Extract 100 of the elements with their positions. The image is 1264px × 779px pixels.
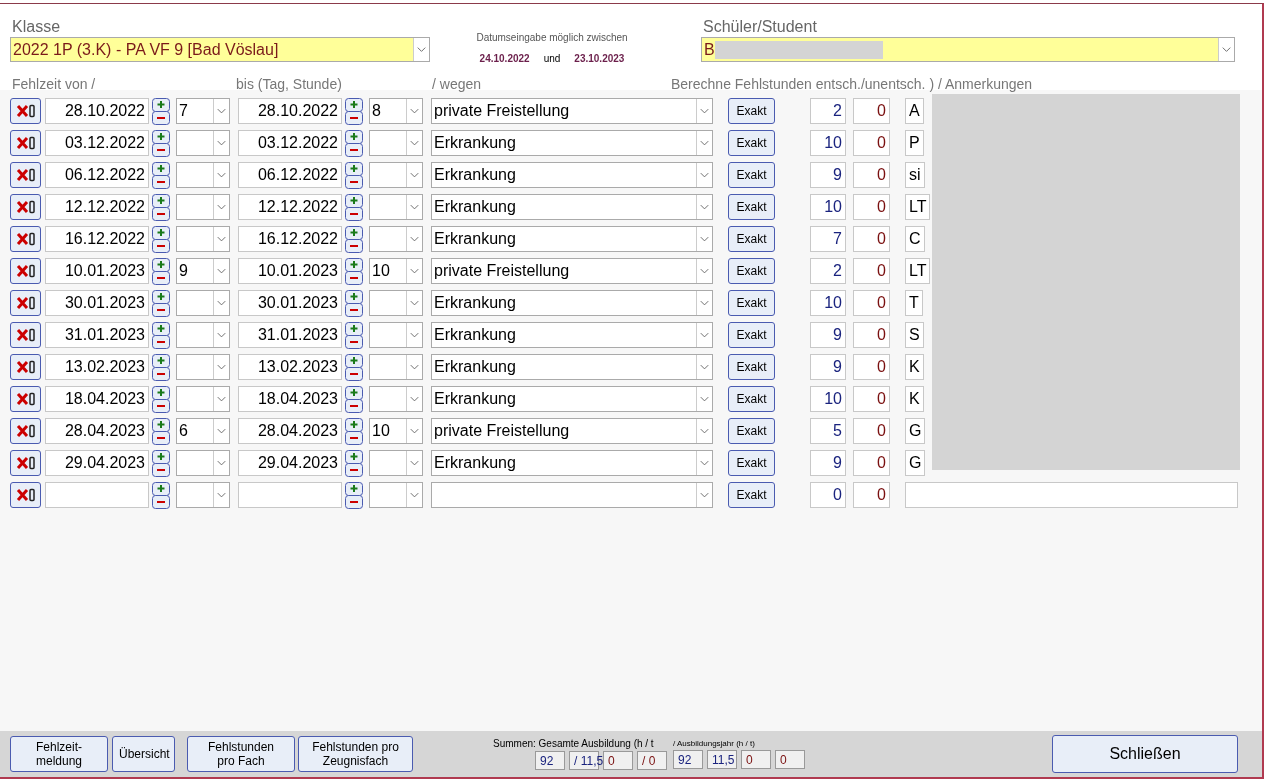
delete-button[interactable] — [10, 418, 41, 444]
plus-minus-icon[interactable] — [345, 385, 363, 413]
reason-dropdown[interactable]: Erkrankung — [431, 162, 713, 188]
hour-dropdown[interactable] — [369, 450, 423, 476]
close-button[interactable]: Schließen — [1052, 735, 1238, 773]
plus-minus-icon[interactable] — [152, 321, 170, 349]
delete-button[interactable] — [10, 98, 41, 124]
remarks-field[interactable]: P — [905, 130, 924, 156]
exakt-button[interactable]: Exakt — [728, 450, 775, 476]
plus-minus-icon[interactable] — [152, 353, 170, 381]
hour-dropdown[interactable] — [369, 226, 423, 252]
reason-dropdown[interactable]: Erkrankung — [431, 322, 713, 348]
plus-minus-icon[interactable] — [152, 225, 170, 253]
reason-dropdown[interactable]: Erkrankung — [431, 130, 713, 156]
plus-minus-icon[interactable] — [345, 321, 363, 349]
plus-minus-icon[interactable] — [345, 353, 363, 381]
plus-minus-icon[interactable] — [345, 129, 363, 157]
plus-minus-icon[interactable] — [345, 97, 363, 125]
date-from-field[interactable]: 28.10.2022 — [45, 98, 149, 124]
hour-dropdown[interactable] — [176, 354, 230, 380]
hour-dropdown[interactable] — [176, 130, 230, 156]
hour-dropdown[interactable] — [369, 162, 423, 188]
remarks-field[interactable]: C — [905, 226, 925, 252]
footer-button[interactable]: Fehlstunden pro Zeugnisfach — [298, 736, 413, 772]
plus-minus-icon[interactable] — [345, 225, 363, 253]
hour-dropdown[interactable] — [176, 290, 230, 316]
date-from-field[interactable]: 10.01.2023 — [45, 258, 149, 284]
remarks-field[interactable] — [905, 482, 1238, 508]
reason-dropdown[interactable]: Erkrankung — [431, 226, 713, 252]
date-to-field[interactable]: 06.12.2022 — [238, 162, 342, 188]
delete-button[interactable] — [10, 386, 41, 412]
date-from-field[interactable]: 06.12.2022 — [45, 162, 149, 188]
exakt-button[interactable]: Exakt — [728, 162, 775, 188]
plus-minus-icon[interactable] — [152, 257, 170, 285]
exakt-button[interactable]: Exakt — [728, 194, 775, 220]
date-from-field[interactable]: 18.04.2023 — [45, 386, 149, 412]
footer-button[interactable]: Fehlstunden pro Fach — [187, 736, 295, 772]
date-from-field[interactable]: 16.12.2022 — [45, 226, 149, 252]
plus-minus-icon[interactable] — [152, 97, 170, 125]
reason-dropdown[interactable]: Erkrankung — [431, 450, 713, 476]
plus-minus-icon[interactable] — [345, 193, 363, 221]
delete-button[interactable] — [10, 130, 41, 156]
date-to-field[interactable] — [238, 482, 342, 508]
delete-button[interactable] — [10, 226, 41, 252]
plus-minus-icon[interactable] — [152, 289, 170, 317]
hour-dropdown[interactable] — [369, 130, 423, 156]
hour-dropdown[interactable]: 10 — [369, 258, 423, 284]
hour-dropdown[interactable] — [176, 482, 230, 508]
remarks-field[interactable]: LT — [905, 194, 931, 220]
hour-dropdown[interactable]: 7 — [176, 98, 230, 124]
remarks-field[interactable]: si — [905, 162, 925, 188]
date-to-field[interactable]: 31.01.2023 — [238, 322, 342, 348]
exakt-button[interactable]: Exakt — [728, 258, 775, 284]
exakt-button[interactable]: Exakt — [728, 98, 775, 124]
remarks-field[interactable]: A — [905, 98, 924, 124]
date-to-field[interactable]: 29.04.2023 — [238, 450, 342, 476]
date-from-field[interactable]: 03.12.2022 — [45, 130, 149, 156]
exakt-button[interactable]: Exakt — [728, 354, 775, 380]
delete-button[interactable] — [10, 194, 41, 220]
hour-dropdown[interactable] — [369, 386, 423, 412]
remarks-field[interactable]: K — [905, 354, 924, 380]
delete-button[interactable] — [10, 258, 41, 284]
remarks-field[interactable]: K — [905, 386, 924, 412]
remarks-field[interactable]: G — [905, 450, 926, 476]
plus-minus-icon[interactable] — [345, 161, 363, 189]
plus-minus-icon[interactable] — [152, 129, 170, 157]
footer-button[interactable]: Fehlzeit- meldung — [10, 736, 108, 772]
exakt-button[interactable]: Exakt — [728, 130, 775, 156]
reason-dropdown[interactable] — [431, 482, 713, 508]
hour-dropdown[interactable] — [176, 162, 230, 188]
reason-dropdown[interactable]: Erkrankung — [431, 194, 713, 220]
delete-button[interactable] — [10, 450, 41, 476]
reason-dropdown[interactable]: private Freistellung — [431, 258, 713, 284]
hour-dropdown[interactable] — [369, 482, 423, 508]
remarks-field[interactable]: T — [905, 290, 923, 316]
date-to-field[interactable]: 16.12.2022 — [238, 226, 342, 252]
hour-dropdown[interactable] — [176, 226, 230, 252]
reason-dropdown[interactable]: Erkrankung — [431, 354, 713, 380]
exakt-button[interactable]: Exakt — [728, 290, 775, 316]
hour-dropdown[interactable] — [176, 386, 230, 412]
plus-minus-icon[interactable] — [152, 481, 170, 509]
plus-minus-icon[interactable] — [152, 161, 170, 189]
hour-dropdown[interactable] — [369, 322, 423, 348]
hour-dropdown[interactable]: 9 — [176, 258, 230, 284]
date-to-field[interactable]: 03.12.2022 — [238, 130, 342, 156]
date-to-field[interactable]: 28.04.2023 — [238, 418, 342, 444]
delete-button[interactable] — [10, 322, 41, 348]
date-from-field[interactable]: 29.04.2023 — [45, 450, 149, 476]
plus-minus-icon[interactable] — [152, 385, 170, 413]
date-to-field[interactable]: 28.10.2022 — [238, 98, 342, 124]
reason-dropdown[interactable]: private Freistellung — [431, 98, 713, 124]
hour-dropdown[interactable] — [369, 194, 423, 220]
date-from-field[interactable]: 28.04.2023 — [45, 418, 149, 444]
plus-minus-icon[interactable] — [345, 257, 363, 285]
plus-minus-icon[interactable] — [345, 449, 363, 477]
delete-button[interactable] — [10, 354, 41, 380]
remarks-field[interactable]: S — [905, 322, 924, 348]
hour-dropdown[interactable] — [176, 450, 230, 476]
exakt-button[interactable]: Exakt — [728, 322, 775, 348]
plus-minus-icon[interactable] — [152, 449, 170, 477]
